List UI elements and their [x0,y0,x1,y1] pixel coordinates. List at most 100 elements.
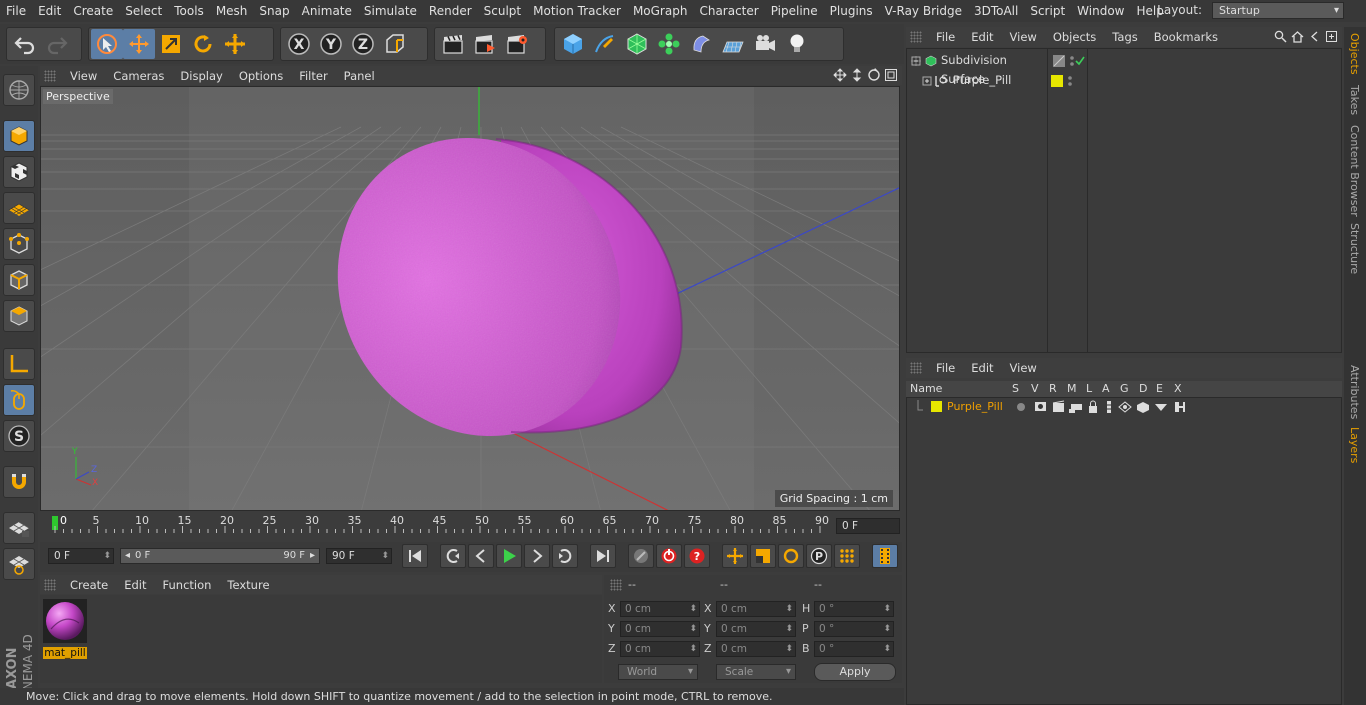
panel-grip[interactable] [910,362,922,374]
snap-button[interactable] [3,466,35,498]
add-subdivision-surface-button[interactable] [621,29,653,59]
undo-button[interactable] [9,29,41,59]
layer-col-xref[interactable]: X [1174,382,1182,395]
layer-col-generators[interactable]: G [1120,382,1129,395]
layer-col-solo[interactable]: S [1012,382,1019,395]
workplane-lock-button[interactable] [3,512,35,544]
layer-col-manager[interactable]: M [1067,382,1077,395]
menu-create[interactable]: Create [67,4,119,18]
menu-snap[interactable]: Snap [253,4,295,18]
menu-render[interactable]: Render [423,4,478,18]
pan-view-icon[interactable] [833,68,847,82]
size-y-field[interactable]: 0 cm [716,621,796,637]
record-active-objects-button[interactable] [628,544,654,568]
lm-menu-view[interactable]: View [1002,361,1045,375]
om-menu-view[interactable]: View [1002,30,1045,44]
previous-frame-button[interactable] [468,544,494,568]
texture-mode-button[interactable] [3,156,35,188]
menu-animate[interactable]: Animate [296,4,358,18]
rotation-h-field[interactable]: 0 ° [814,601,894,617]
lm-menu-file[interactable]: File [928,361,963,375]
axis-mode-button[interactable] [3,348,35,380]
maximize-view-icon[interactable] [884,68,898,82]
om-menu-file[interactable]: File [928,30,963,44]
menu-edit[interactable]: Edit [32,4,67,18]
edges-mode-button[interactable] [3,264,35,296]
rotation-p-field[interactable]: 0 ° [814,621,894,637]
viewport-menu-panel[interactable]: Panel [336,69,383,83]
preview-end-field[interactable]: 90 F [326,548,392,564]
om-menu-objects[interactable]: Objects [1045,30,1104,44]
key-scale-button[interactable] [750,544,776,568]
redo-button[interactable] [41,29,73,59]
panel-grip[interactable] [44,578,56,591]
preview-start-field[interactable]: 0 F [48,548,114,564]
tab-structure[interactable]: Structure [1348,223,1361,274]
go-to-start-button[interactable] [402,544,428,568]
keyframe-selection-button[interactable]: ? [684,544,710,568]
viewport-menu-display[interactable]: Display [172,69,230,83]
layout-select[interactable]: Startup [1212,2,1344,19]
menu-simulate[interactable]: Simulate [358,4,423,18]
key-parameter-button[interactable]: P [806,544,832,568]
render-settings-button[interactable] [501,29,533,59]
tab-takes[interactable]: Takes [1348,85,1361,115]
menu-plugins[interactable]: Plugins [824,4,879,18]
menu-vray-bridge[interactable]: V-Ray Bridge [879,4,968,18]
rotation-b-field[interactable]: 0 ° [814,641,894,657]
tab-content-browser[interactable]: Content Browser [1348,125,1361,217]
apply-button[interactable]: Apply [814,663,896,681]
om-menu-edit[interactable]: Edit [963,30,1001,44]
workplane-mode-button[interactable] [3,192,35,224]
timeline-ruler[interactable]: 0 5 10 15 20 25 30 35 40 45 50 55 60 65 70 75 80 85 90 [40,513,902,535]
menu-pipeline[interactable]: Pipeline [765,4,824,18]
menu-mesh[interactable]: Mesh [210,4,254,18]
add-camera-button[interactable] [749,29,781,59]
previous-key-button[interactable] [440,544,466,568]
layer-col-view[interactable]: V [1031,382,1039,395]
rotate-tool-button[interactable] [187,29,219,59]
menu-tools[interactable]: Tools [168,4,210,18]
render-to-picture-viewer-button[interactable] [469,29,501,59]
tab-layers[interactable]: Layers [1348,427,1361,463]
layer-col-locked[interactable]: L [1086,382,1092,395]
material-menu-create[interactable]: Create [62,578,116,592]
menu-script[interactable]: Script [1024,4,1071,18]
tab-objects[interactable]: Objects [1348,33,1361,75]
play-forward-button[interactable] [496,544,522,568]
key-pla-button[interactable] [834,544,860,568]
model-mode-button[interactable] [3,120,35,152]
add-pen-spline-button[interactable] [589,29,621,59]
add-floor-button[interactable] [717,29,749,59]
next-frame-button[interactable] [524,544,550,568]
tab-attributes[interactable]: Attributes [1348,365,1361,419]
menu-select[interactable]: Select [119,4,168,18]
workplane-align-button[interactable] [3,548,35,580]
tweak-mode-button[interactable] [3,384,35,416]
key-position-button[interactable] [722,544,748,568]
home-icon[interactable] [1291,30,1304,43]
viewport-menu-filter[interactable]: Filter [291,69,335,83]
layer-toggle-icons[interactable] [1015,400,1195,414]
current-frame-field[interactable]: 0 F [836,518,900,534]
om-menu-bookmarks[interactable]: Bookmarks [1146,30,1226,44]
move-tool-button[interactable] [123,29,155,59]
material-swatch[interactable]: mat_pill [43,599,87,659]
material-menu-edit[interactable]: Edit [116,578,154,592]
menu-file[interactable]: File [0,4,32,18]
lock-x-axis-button[interactable]: X [283,29,315,59]
menu-character[interactable]: Character [693,4,764,18]
add-mograph-cloner-button[interactable] [653,29,685,59]
layer-col-name[interactable]: Name [910,382,942,395]
render-view-button[interactable] [437,29,469,59]
menu-3dtoall[interactable]: 3DToAll [968,4,1024,18]
rotate-view-icon[interactable] [867,68,881,82]
menu-mograph[interactable]: MoGraph [627,4,694,18]
menu-sculpt[interactable]: Sculpt [478,4,527,18]
autokeying-button[interactable] [656,544,682,568]
menu-window[interactable]: Window [1071,4,1130,18]
coordinate-system-button[interactable] [379,29,411,59]
key-rotation-button[interactable] [778,544,804,568]
perspective-viewport[interactable]: Y Z X Perspective Grid Spacing : 1 cm [40,86,900,511]
zoom-view-icon[interactable] [850,68,864,82]
